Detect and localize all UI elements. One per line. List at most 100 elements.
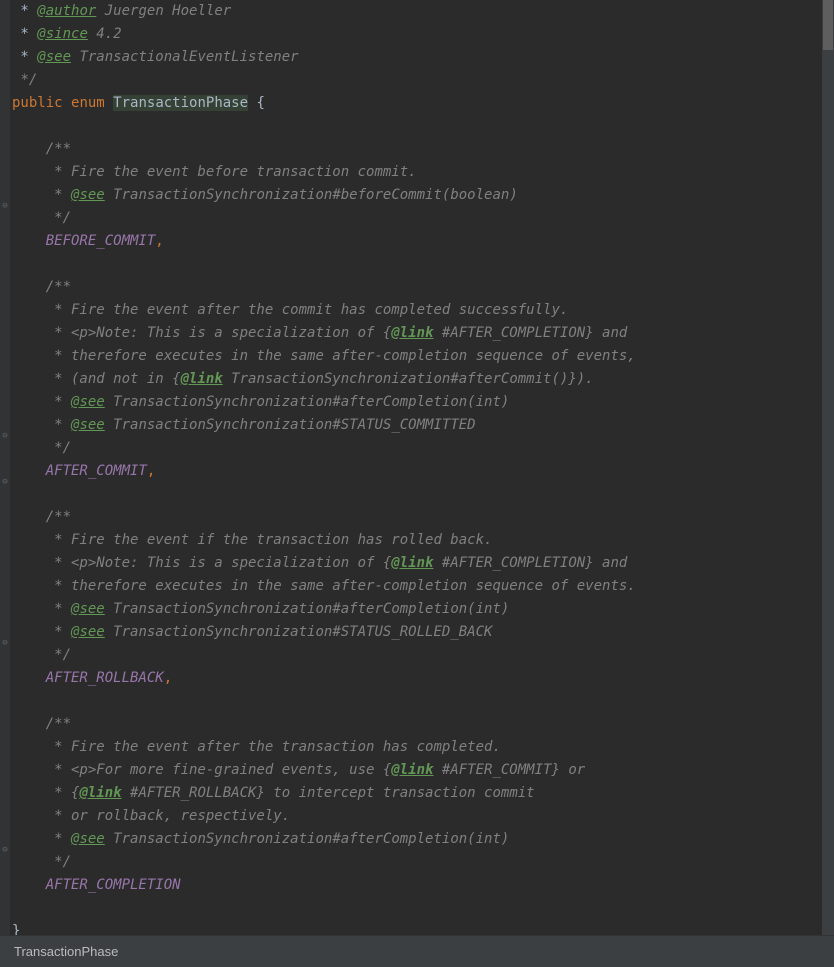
code-line[interactable]: */ xyxy=(12,644,834,667)
code-token-comment: 4.2 xyxy=(88,26,122,42)
code-line[interactable]: */ xyxy=(12,69,834,92)
code-token-doc-ref: TransactionalEventListener xyxy=(71,49,299,65)
code-token-comment: Juergen Hoeller xyxy=(96,3,231,19)
code-token-comment: */ xyxy=(46,440,71,456)
code-line[interactable]: /** xyxy=(12,138,834,161)
code-line[interactable] xyxy=(12,253,834,276)
code-line[interactable]: * @author Juergen Hoeller xyxy=(12,0,834,23)
code-line[interactable]: * @since 4.2 xyxy=(12,23,834,46)
code-line[interactable]: * @see TransactionSynchronization#STATUS… xyxy=(12,621,834,644)
code-line[interactable]: * (and not in {@link TransactionSynchron… xyxy=(12,368,834,391)
code-line[interactable]: * <p>Note: This is a specialization of {… xyxy=(12,552,834,575)
code-token-enum-value: AFTER_COMMIT xyxy=(46,463,147,479)
code-token-comment: * Fire the event after the transaction h… xyxy=(46,739,501,755)
code-line[interactable]: AFTER_ROLLBACK, xyxy=(12,667,834,690)
code-token-doc-anchor: #STATUS_ROLLED_BACK xyxy=(332,624,492,640)
code-token-doc-tag: @see xyxy=(71,187,105,203)
code-token-comment: * <p>Note: This is a specialization of { xyxy=(46,325,392,341)
code-line[interactable]: * or rollback, respectively. xyxy=(12,805,834,828)
fold-marker-icon[interactable]: ⊖ xyxy=(0,477,10,487)
breadcrumb-item[interactable]: TransactionPhase xyxy=(14,940,118,963)
code-token-comment: #AFTER_COMPLETION} and xyxy=(433,325,627,341)
code-token-doc-tag: @see xyxy=(71,417,105,433)
code-line[interactable]: * Fire the event after the commit has co… xyxy=(12,299,834,322)
code-token-doc-ref: TransactionSynchronization xyxy=(105,831,333,847)
code-token-comment: * xyxy=(46,831,71,847)
code-token-doc-ref: TransactionSynchronization xyxy=(105,601,333,617)
code-token-comment: * Fire the event after the commit has co… xyxy=(46,302,569,318)
code-token-comment: #AFTER_ROLLBACK} to intercept transactio… xyxy=(122,785,535,801)
scrollbar-thumb[interactable] xyxy=(823,0,833,50)
code-token-brace: } xyxy=(12,923,20,935)
code-area[interactable]: * @author Juergen Hoeller * @since 4.2 *… xyxy=(10,0,834,935)
code-token-comment: */ xyxy=(46,854,71,870)
code-token-doc-anchor: #afterCompletion(int) xyxy=(332,831,509,847)
code-token-comment: /** xyxy=(46,279,71,295)
code-token-comment: * { xyxy=(46,785,80,801)
code-line[interactable]: * @see TransactionSynchronization#afterC… xyxy=(12,391,834,414)
code-token-brace: { xyxy=(248,95,265,111)
code-token-comment: * Fire the event if the transaction has … xyxy=(46,532,493,548)
code-token-comment: */ xyxy=(46,647,71,663)
code-token-comment: * xyxy=(46,394,71,410)
code-line[interactable]: /** xyxy=(12,276,834,299)
code-token-comment: /** xyxy=(46,141,71,157)
code-line[interactable]: AFTER_COMPLETION xyxy=(12,874,834,897)
code-token-doc-link: @link xyxy=(391,325,433,341)
code-line[interactable]: * <p>For more fine-grained events, use {… xyxy=(12,759,834,782)
code-token-doc-anchor: #afterCompletion(int) xyxy=(332,394,509,410)
code-line[interactable] xyxy=(12,690,834,713)
code-token-doc-tag: @see xyxy=(71,601,105,617)
code-token-doc-ref: TransactionSynchronization xyxy=(105,417,333,433)
code-line[interactable]: * Fire the event after the transaction h… xyxy=(12,736,834,759)
code-token-comment: * xyxy=(46,601,71,617)
code-line[interactable] xyxy=(12,897,834,920)
code-token-doc-anchor: #afterCommit() xyxy=(450,371,568,387)
code-token-punct: , xyxy=(147,463,155,479)
code-token-punct: , xyxy=(164,670,172,686)
code-token-comment: */ xyxy=(20,72,37,88)
vertical-scrollbar[interactable] xyxy=(822,0,834,935)
code-line[interactable]: * <p>Note: This is a specialization of {… xyxy=(12,322,834,345)
code-line[interactable]: * @see TransactionSynchronization#afterC… xyxy=(12,828,834,851)
code-line[interactable]: BEFORE_COMMIT, xyxy=(12,230,834,253)
code-token-keyword: public xyxy=(12,95,71,111)
code-token-comment: }). xyxy=(568,371,593,387)
breadcrumb-bar[interactable]: TransactionPhase xyxy=(0,935,834,967)
code-line[interactable]: public enum TransactionPhase { xyxy=(12,92,834,115)
code-line[interactable]: */ xyxy=(12,851,834,874)
code-line[interactable]: } xyxy=(12,920,834,935)
code-line[interactable]: AFTER_COMMIT, xyxy=(12,460,834,483)
fold-marker-icon[interactable]: ⊖ xyxy=(0,638,10,648)
fold-marker-icon[interactable]: ⊖ xyxy=(0,431,10,441)
code-line[interactable] xyxy=(12,115,834,138)
code-token-enum-value: AFTER_ROLLBACK xyxy=(46,670,164,686)
code-token-doc-tag: @author xyxy=(37,3,96,19)
code-line[interactable]: * therefore executes in the same after-c… xyxy=(12,345,834,368)
code-line[interactable] xyxy=(12,483,834,506)
code-token-comment: */ xyxy=(46,210,71,226)
code-line[interactable]: /** xyxy=(12,713,834,736)
fold-marker-icon[interactable]: ⊖ xyxy=(0,201,10,211)
code-line[interactable]: * @see TransactionalEventListener xyxy=(12,46,834,69)
code-token-doc-anchor: #beforeCommit(boolean) xyxy=(332,187,517,203)
code-token-doc-link: @link xyxy=(391,555,433,571)
code-token-doc-ref: TransactionSynchronization xyxy=(105,394,333,410)
code-line[interactable]: * @see TransactionSynchronization#before… xyxy=(12,184,834,207)
code-line[interactable]: * @see TransactionSynchronization#afterC… xyxy=(12,598,834,621)
code-line[interactable]: * Fire the event if the transaction has … xyxy=(12,529,834,552)
code-line[interactable]: * therefore executes in the same after-c… xyxy=(12,575,834,598)
code-token-doc-link: @link xyxy=(181,371,223,387)
code-token-doc-anchor: #afterCompletion(int) xyxy=(332,601,509,617)
code-line[interactable]: * Fire the event before transaction comm… xyxy=(12,161,834,184)
code-line[interactable]: * @see TransactionSynchronization#STATUS… xyxy=(12,414,834,437)
code-token-comment: * <p>Note: This is a specialization of { xyxy=(46,555,392,571)
code-line[interactable]: /** xyxy=(12,506,834,529)
code-token-comment: /** xyxy=(46,509,71,525)
code-line[interactable]: */ xyxy=(12,437,834,460)
code-token-enum-name: TransactionPhase xyxy=(113,95,248,111)
gutter: ⊖ ⊖ ⊖ ⊖ ⊖ xyxy=(0,0,10,935)
fold-marker-icon[interactable]: ⊖ xyxy=(0,845,10,855)
code-line[interactable]: * {@link #AFTER_ROLLBACK} to intercept t… xyxy=(12,782,834,805)
code-line[interactable]: */ xyxy=(12,207,834,230)
